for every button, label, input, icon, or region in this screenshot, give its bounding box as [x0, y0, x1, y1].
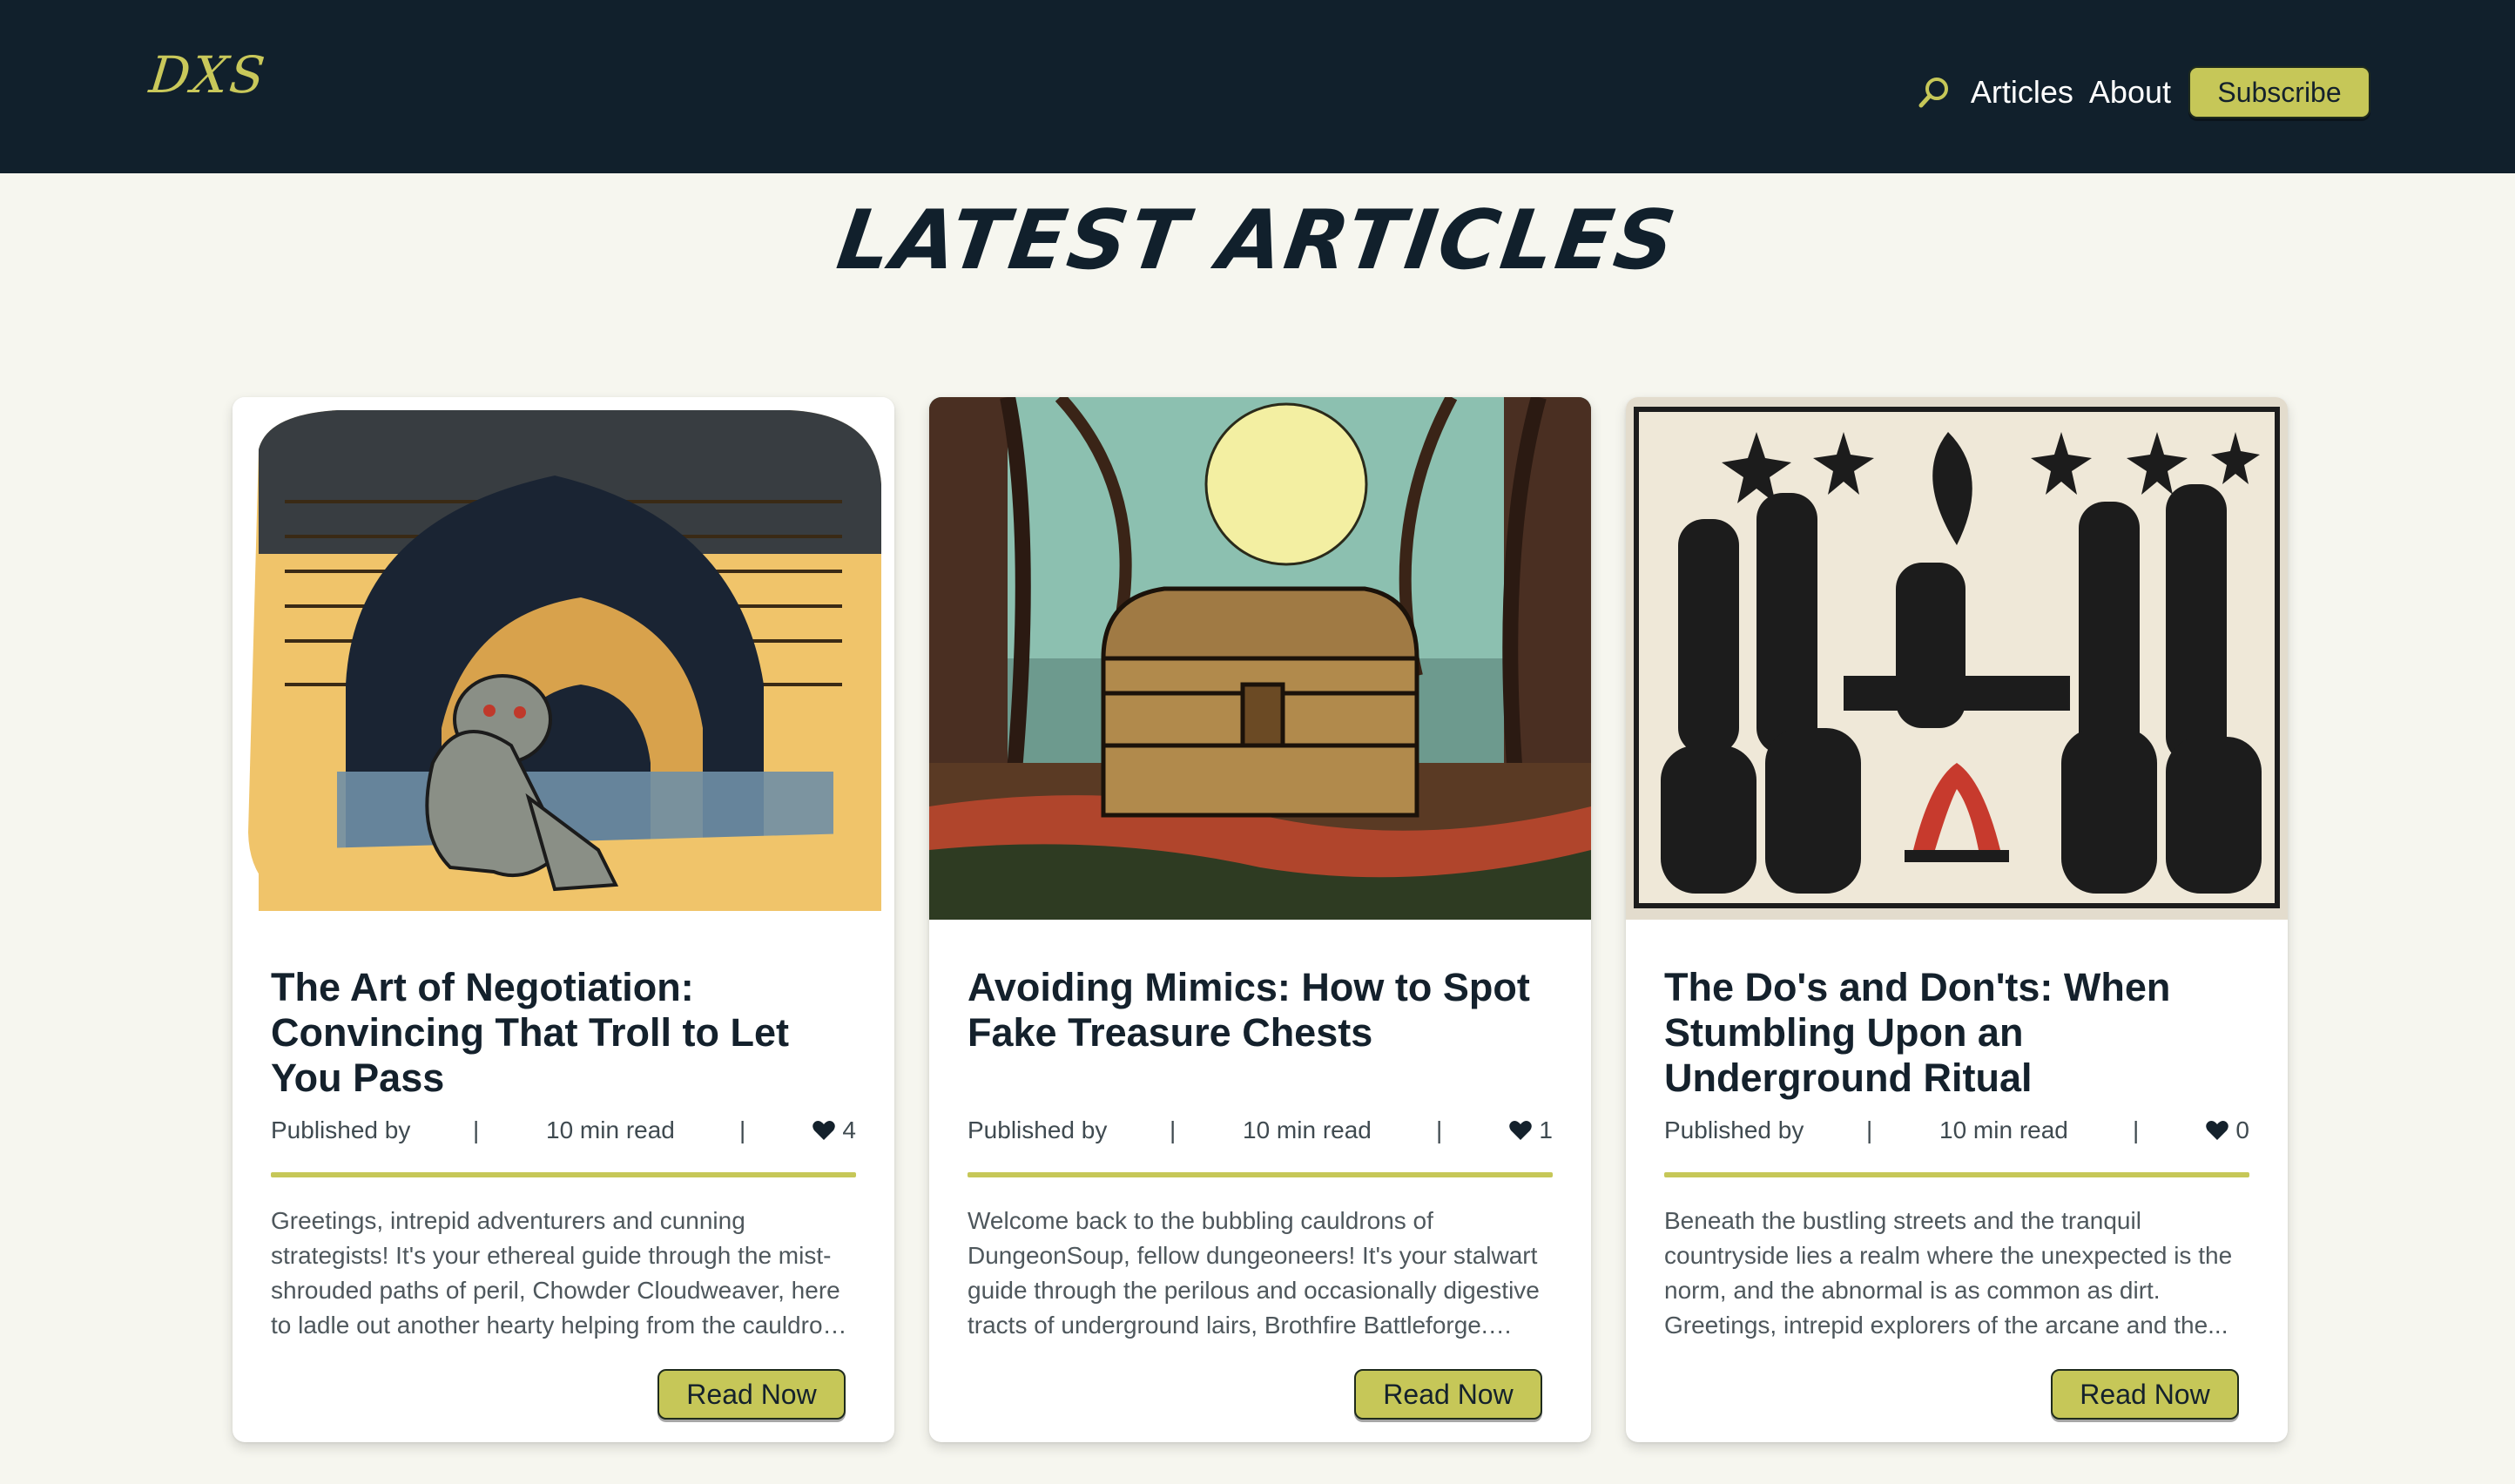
read-time: 10 min read: [1939, 1116, 2068, 1143]
search-icon[interactable]: [1917, 75, 1952, 110]
published-by-label: Published by: [968, 1116, 1108, 1143]
read-now-button[interactable]: Read Now: [657, 1369, 846, 1420]
article-image[interactable]: [1626, 397, 2288, 920]
article-excerpt: Beneath the bustling streets and the tra…: [1664, 1207, 2233, 1339]
main-nav: Articles About Subscribe: [1917, 66, 2370, 118]
meta-separator: |: [1170, 1116, 1177, 1143]
read-time: 10 min read: [1243, 1116, 1372, 1143]
meta-separator: |: [2133, 1116, 2140, 1143]
article-card[interactable]: The Do's and Don'ts: When Stumbling Upon…: [1626, 397, 2288, 1442]
article-image[interactable]: [929, 397, 1591, 920]
likes-count: 4: [842, 1116, 856, 1143]
heart-icon: [2206, 1121, 2229, 1140]
read-now-button[interactable]: Read Now: [2051, 1369, 2239, 1420]
nav-link-about[interactable]: About: [2089, 77, 2171, 108]
meta-separator: |: [739, 1116, 746, 1143]
accent-divider: [1664, 1172, 2249, 1177]
underground-ritual-woodcut-illustration: [1626, 397, 2288, 920]
troll-under-bridge-illustration: [233, 397, 894, 920]
likes-counter[interactable]: 4: [812, 1116, 856, 1144]
article-title[interactable]: The Do's and Don'ts: When Stumbling Upon…: [1664, 965, 2256, 1101]
likes-count: 0: [2235, 1116, 2249, 1143]
article-meta: Published by | 10 min read | 4: [271, 1116, 856, 1151]
article-image[interactable]: [233, 397, 894, 920]
likes-counter[interactable]: 0: [2206, 1116, 2249, 1144]
article-title[interactable]: The Art of Negotiation: Convincing That …: [271, 965, 863, 1101]
meta-separator: |: [473, 1116, 480, 1143]
likes-counter[interactable]: 1: [1509, 1116, 1553, 1144]
published-by-label: Published by: [271, 1116, 411, 1143]
subscribe-button[interactable]: Subscribe: [2188, 66, 2370, 118]
top-navigation-bar: DXS Articles About Subscribe: [0, 0, 2515, 173]
article-title[interactable]: Avoiding Mimics: How to Spot Fake Treasu…: [968, 965, 1560, 1056]
accent-divider: [968, 1172, 1553, 1177]
read-now-button[interactable]: Read Now: [1354, 1369, 1542, 1420]
read-time: 10 min read: [546, 1116, 675, 1143]
nav-link-articles[interactable]: Articles: [1971, 77, 2073, 108]
page-title: LATEST ARTICLES: [832, 193, 1683, 288]
heart-icon: [1509, 1121, 1533, 1140]
article-meta: Published by | 10 min read | 0: [1664, 1116, 2249, 1151]
heart-icon: [812, 1121, 836, 1140]
article-excerpt: Greetings, intrepid adventurers and cunn…: [271, 1207, 840, 1339]
accent-divider: [271, 1172, 856, 1177]
article-excerpt: Welcome back to the bubbling cauldrons o…: [968, 1207, 1540, 1339]
treasure-chest-forest-illustration: [929, 397, 1591, 920]
likes-count: 1: [1539, 1116, 1553, 1143]
published-by-label: Published by: [1664, 1116, 1804, 1143]
meta-separator: |: [1866, 1116, 1873, 1143]
meta-separator: |: [1436, 1116, 1443, 1143]
article-card[interactable]: The Art of Negotiation: Convincing That …: [233, 397, 894, 1442]
site-logo[interactable]: DXS: [146, 45, 269, 105]
article-card[interactable]: Avoiding Mimics: How to Spot Fake Treasu…: [929, 397, 1591, 1442]
article-meta: Published by | 10 min read | 1: [968, 1116, 1553, 1151]
